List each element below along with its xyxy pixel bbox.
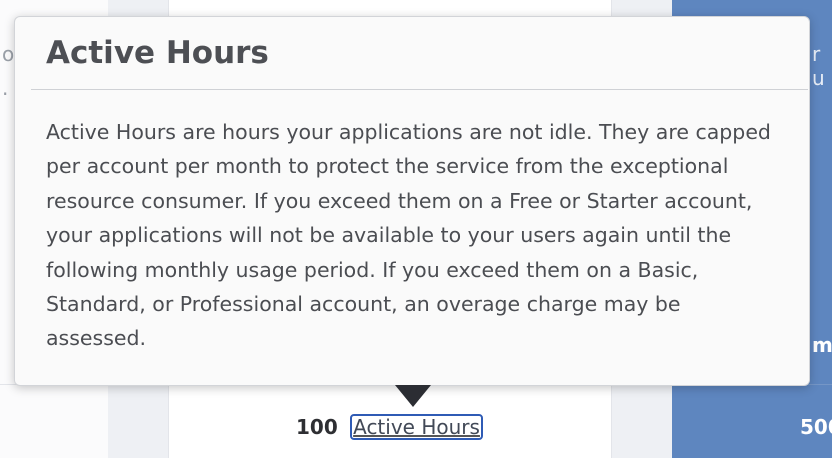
partial-text: r u xyxy=(812,42,825,90)
tooltip-divider xyxy=(31,89,808,90)
active-hours-link[interactable]: Active Hours xyxy=(350,414,483,440)
partial-text: o xyxy=(2,42,15,66)
tooltip-title: Active Hours xyxy=(46,35,269,71)
partial-text: . xyxy=(2,76,9,100)
partial-text: m xyxy=(812,333,832,357)
active-hours-value: 100 xyxy=(296,415,338,439)
active-hours-tooltip: Active Hours Active Hours are hours your… xyxy=(14,16,810,386)
plan-active-hours-row: 100 Active Hours xyxy=(296,414,483,440)
tooltip-arrow xyxy=(395,385,431,407)
tooltip-body: Active Hours are hours your applications… xyxy=(46,120,771,351)
partial-plan-value: 500 xyxy=(800,415,832,439)
